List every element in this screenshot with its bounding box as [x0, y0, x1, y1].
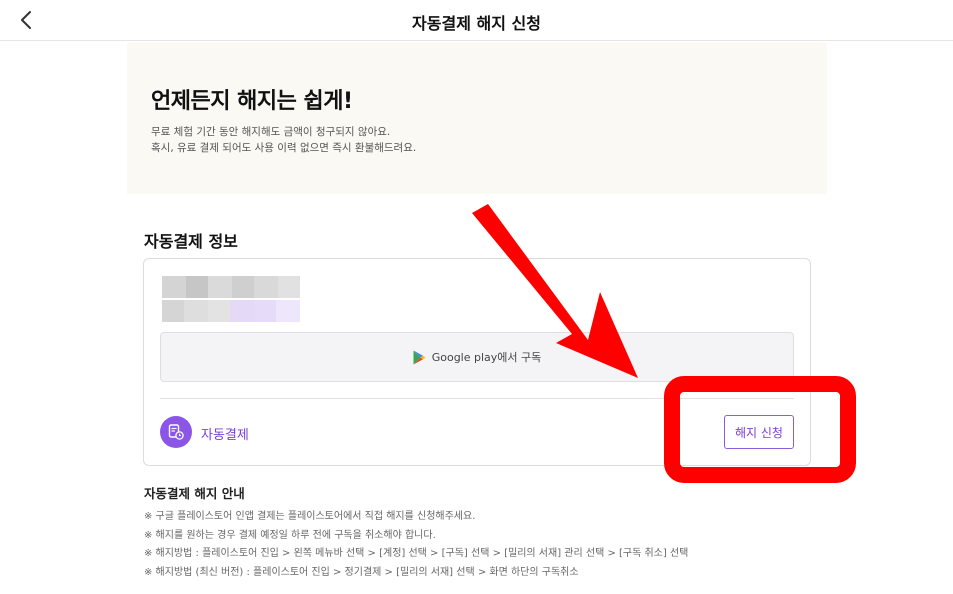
hero-desc-line: 무료 체험 기간 동안 해지해도 금액이 청구되지 않아요.	[151, 126, 391, 138]
guide-item: ※ 해지를 원하는 경우 결제 예정일 하루 전에 구독을 취소해야 합니다.	[144, 529, 436, 541]
guide-item: ※ 해지방법 : 플레이스토어 진입 > 왼쪽 메뉴바 선택 > [계정] 선택…	[144, 548, 689, 559]
google-play-subscription-button[interactable]: Google play에서 구독	[160, 332, 794, 382]
page-title: 자동결제 해지 신청	[412, 14, 541, 33]
payment-clock-icon	[160, 416, 192, 448]
redacted-plan-detail	[162, 300, 300, 322]
google-play-label: Google play에서 구독	[431, 351, 542, 364]
top-bar: 자동결제 해지 신청	[0, 0, 953, 41]
redacted-plan-name	[162, 276, 300, 298]
hero-title: 언제든지 해지는 쉽게!	[151, 89, 353, 114]
hero-banner: 언제든지 해지는 쉽게! 무료 체험 기간 동안 해지해도 금액이 청구되지 않…	[127, 43, 827, 194]
hero-desc-line: 혹시, 유료 결제 되어도 사용 이력 없으면 즉시 환불해드려요.	[151, 142, 417, 154]
auto-pay-label: 자동결제	[201, 428, 249, 443]
subscription-card: Google play에서 구독 자동결제 해지 신청	[143, 258, 811, 466]
guide-item: ※ 해지방법 (최신 버전) : 플레이스토어 진입 > 정기결제 > [밀리의…	[144, 566, 579, 578]
hero-description: 무료 체험 기간 동안 해지해도 금액이 청구되지 않아요. 혹시, 유료 결제…	[151, 124, 416, 156]
cancel-subscription-button[interactable]: 해지 신청	[724, 415, 794, 449]
google-play-icon	[413, 350, 426, 364]
section-title: 자동결제 정보	[144, 232, 238, 251]
guide-title: 자동결제 해지 안내	[144, 486, 245, 501]
guide-item: ※ 구글 플레이스토어 인앱 결제는 플레이스토어에서 직접 해지를 신청해주세…	[144, 511, 476, 522]
divider	[160, 398, 794, 399]
guide-list: ※ 구글 플레이스토어 인앱 결제는 플레이스토어에서 직접 해지를 신청해주세…	[144, 508, 688, 582]
